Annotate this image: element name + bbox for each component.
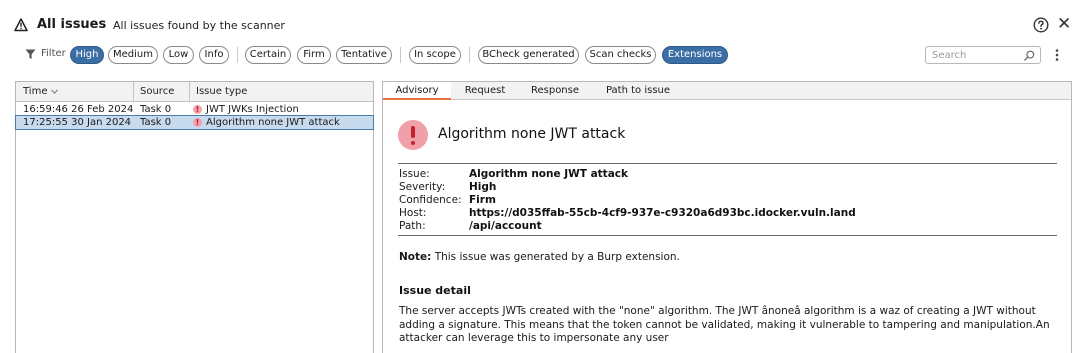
table-row-selected[interactable]: 17:25:55 30 Jan 2024 Task 0 Algorithm no… <box>15 115 374 130</box>
panel-header: All issues All issues found by the scann… <box>0 0 1080 46</box>
page-title: All issues <box>37 17 107 32</box>
field-value-host: https://d035ffab-55cb-4cf9-937e-c9320a6d… <box>469 207 856 219</box>
filter-chip-medium[interactable]: Medium <box>108 46 158 64</box>
column-header-time[interactable]: Time <box>16 82 133 102</box>
note-text: This issue was generated by a Burp exten… <box>434 251 680 263</box>
filter-chip-info[interactable]: Info <box>199 46 229 64</box>
row-source: Task 0 <box>140 117 172 128</box>
tab-request[interactable]: Request <box>451 82 519 100</box>
field-value-severity: High <box>469 181 497 193</box>
close-icon[interactable]: ✕ <box>1057 16 1071 33</box>
filter-separator <box>469 47 470 63</box>
filter-chip-in-scope[interactable]: In scope <box>409 46 461 64</box>
filter-chip-low[interactable]: Low <box>163 46 194 64</box>
filter-icon[interactable] <box>25 49 36 60</box>
column-header-issue-type[interactable]: Issue type <box>189 82 373 102</box>
help-icon[interactable] <box>1033 17 1049 33</box>
filter-chip-extensions[interactable]: Extensions <box>662 46 728 64</box>
filter-chip-high[interactable]: High <box>70 46 104 64</box>
row-issue-type: JWT JWKs Injection <box>206 104 299 115</box>
issues-table: Time Source Issue type 16:59:46 26 Feb 2… <box>15 81 374 353</box>
filter-chip-firm[interactable]: Firm <box>297 46 331 64</box>
table-header: Time Source Issue type <box>16 82 373 102</box>
field-label-issue: Issue: <box>399 168 430 180</box>
filter-chip-certain[interactable]: Certain <box>245 46 291 64</box>
row-time: 16:59:46 26 Feb 2024 <box>23 104 134 115</box>
field-value-confidence: Firm <box>469 194 496 206</box>
issue-detail-text: The server accepts JWTs created with the… <box>399 305 1050 344</box>
tab-response[interactable]: Response <box>519 82 591 100</box>
page-subtitle: All issues found by the scanner <box>113 19 285 32</box>
field-value-issue: Algorithm none JWT attack <box>469 168 628 180</box>
search-input[interactable] <box>932 49 1020 62</box>
filter-chip-tentative[interactable]: Tentative <box>336 46 392 64</box>
row-source: Task 0 <box>140 104 172 115</box>
filter-label: Filter <box>41 48 66 59</box>
field-label-severity: Severity: <box>399 181 446 193</box>
divider <box>398 163 1057 164</box>
issue-detail-panel: Advisory Request Response Path to issue … <box>382 81 1072 353</box>
warning-icon <box>14 18 28 32</box>
table-row[interactable]: 16:59:46 26 Feb 2024 Task 0 JWT JWKs Inj… <box>16 103 373 116</box>
field-label-path: Path: <box>399 220 426 232</box>
more-options-icon[interactable] <box>1053 47 1061 63</box>
extension-note: Note: This issue was generated by a Burp… <box>399 251 680 263</box>
row-time: 17:25:55 30 Jan 2024 <box>23 117 132 128</box>
tab-advisory[interactable]: Advisory <box>383 82 451 100</box>
advisory-title: Algorithm none JWT attack <box>438 126 626 142</box>
note-label: Note: <box>399 251 432 263</box>
column-header-source[interactable]: Source <box>133 82 189 102</box>
divider <box>398 235 1057 236</box>
search-icon[interactable] <box>1024 50 1035 61</box>
field-label-host: Host: <box>399 207 427 219</box>
filter-chip-bcheck-generated[interactable]: BCheck generated <box>478 46 579 64</box>
severity-high-icon <box>398 120 428 150</box>
filter-separator <box>400 47 401 63</box>
search-box[interactable] <box>925 46 1041 64</box>
tab-path-to-issue[interactable]: Path to issue <box>591 82 685 100</box>
field-value-path: /api/account <box>469 220 542 232</box>
row-issue-type: Algorithm none JWT attack <box>206 117 340 128</box>
filter-chip-scan-checks[interactable]: Scan checks <box>585 46 656 64</box>
filter-bar: Filter High Medium Low Info Certain Firm… <box>0 46 1080 64</box>
filter-separator <box>237 47 238 63</box>
sort-descending-icon <box>51 88 59 94</box>
detail-tabs: Advisory Request Response Path to issue <box>383 82 1071 100</box>
field-label-confidence: Confidence: <box>399 194 462 206</box>
issue-detail-heading: Issue detail <box>399 284 471 297</box>
